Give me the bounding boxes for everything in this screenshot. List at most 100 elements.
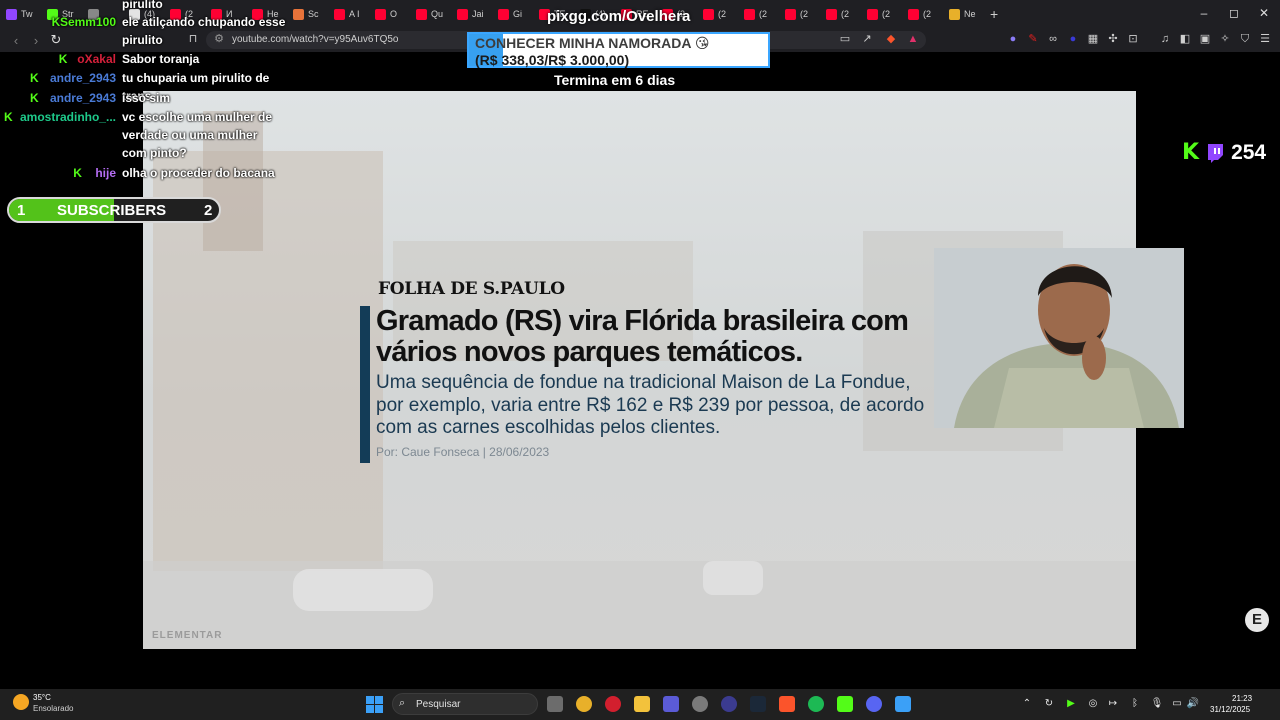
chat-message-text: vc escolhe uma mulher de verdade ou uma … — [122, 110, 273, 160]
weather-temperature[interactable]: 35°C — [33, 693, 51, 702]
chat-message: Kandre_2943 isso sim — [0, 89, 300, 107]
notepad-icon[interactable] — [895, 696, 911, 712]
browser-tab[interactable]: Qu — [410, 0, 451, 28]
chat-message-text: pirulito — [122, 33, 163, 47]
taskbar-search-placeholder[interactable]: Pesquisar — [416, 699, 460, 710]
browser-tab[interactable]: (2 — [902, 0, 943, 28]
chat-username[interactable]: andre_2943 — [50, 69, 116, 87]
steam-icon[interactable] — [750, 696, 766, 712]
chat-message: K Semm100 ele atilçando chupando esse — [0, 13, 300, 31]
browser-tab[interactable]: (2 — [779, 0, 820, 28]
browser-tab[interactable]: Ne — [943, 0, 984, 28]
tab-label: (2 — [923, 9, 932, 19]
chat-username[interactable]: oXakal — [77, 50, 116, 68]
tab-label: Ne — [964, 9, 976, 19]
webcam-overlay — [934, 248, 1184, 428]
brave-icon[interactable] — [779, 696, 795, 712]
new-tab-button[interactable]: + — [984, 0, 1004, 28]
kick-badge-icon: K — [73, 166, 82, 180]
viewer-counter: K 254 — [1182, 140, 1266, 165]
bluetooth-icon[interactable]: ᛒ — [1128, 698, 1142, 709]
chat-username[interactable]: hije — [95, 164, 116, 182]
close-window-button[interactable]: ✕ — [1256, 6, 1272, 20]
kick-badge-icon: K — [30, 71, 39, 85]
brave-shields-icon[interactable]: ◆ — [884, 32, 898, 46]
menu-icon[interactable]: ☰ — [1258, 32, 1272, 46]
puzzle-icon[interactable]: ✣ — [1106, 32, 1120, 46]
leo-ai-icon[interactable]: ✧ — [1218, 32, 1232, 46]
discord-icon[interactable] — [866, 696, 882, 712]
tray-app-icon[interactable]: ↻ — [1042, 698, 1056, 709]
browser-tab[interactable]: (2 — [861, 0, 902, 28]
chat-message-text: ele atilçando chupando esse — [122, 15, 286, 29]
browser-tab[interactable]: (2 — [697, 0, 738, 28]
app-icon[interactable] — [721, 696, 737, 712]
clock-date[interactable]: 31/12/2025 — [1210, 705, 1250, 714]
minimize-button[interactable]: – — [1196, 6, 1212, 20]
extension-icon[interactable]: ● — [1006, 32, 1020, 46]
wallet-icon[interactable]: ▣ — [1198, 32, 1212, 46]
weather-sun-icon[interactable] — [13, 694, 29, 710]
tray-app-icon[interactable]: ↦ — [1106, 698, 1120, 709]
windows-start-icon[interactable] — [366, 696, 383, 713]
video-watermark: ELEMENTAR — [152, 630, 223, 641]
kick-badge-icon: K — [30, 91, 39, 105]
chat-username[interactable]: andre_2943 — [50, 89, 116, 107]
extension-icon[interactable]: ✎ — [1026, 32, 1040, 46]
chat-username[interactable]: amostradinho_... — [20, 108, 116, 126]
microphone-icon[interactable]: 🎙 — [1150, 698, 1164, 709]
article-headline: Gramado (RS) vira Flórida brasileira com… — [376, 305, 909, 368]
taskbar-search[interactable] — [392, 693, 538, 715]
article-accent-bar — [360, 306, 370, 463]
brave-rewards-icon[interactable]: ▲ — [906, 32, 920, 46]
extension-icon[interactable]: ● — [1066, 32, 1080, 46]
sidebar-icon[interactable]: ◧ — [1178, 32, 1192, 46]
app-icon[interactable] — [663, 696, 679, 712]
extension-icon[interactable]: ▦ — [1086, 32, 1100, 46]
chat-message: Kamostradinho_... vc escolhe uma mulher d… — [0, 108, 300, 162]
tab-favicon-icon — [416, 8, 427, 20]
kick-app-icon[interactable] — [837, 696, 853, 712]
browser-tab[interactable]: O — [369, 0, 410, 28]
clock-time[interactable]: 21:23 — [1232, 694, 1252, 703]
elementar-button[interactable]: E — [1245, 608, 1269, 632]
file-explorer-icon[interactable] — [634, 696, 650, 712]
volume-icon[interactable]: 🔊 — [1186, 698, 1200, 709]
cast-icon[interactable]: ▭ — [838, 32, 852, 46]
share-icon[interactable]: ↗ — [860, 32, 874, 46]
screenshot-icon[interactable]: ⊡ — [1126, 32, 1140, 46]
network-icon[interactable]: ▭ — [1170, 698, 1184, 709]
kick-badge-icon: K — [51, 15, 61, 29]
spotify-icon[interactable] — [808, 696, 824, 712]
viewer-count: 254 — [1231, 140, 1267, 164]
browser-tab[interactable]: A I — [328, 0, 369, 28]
pix-goal-amount: (R$ 338,03/R$ 3.000,00) — [475, 52, 630, 68]
extension-icon[interactable]: ∞ — [1046, 32, 1060, 46]
tab-label: (2 — [759, 9, 768, 19]
task-view-icon[interactable] — [547, 696, 563, 712]
twitch-logo-icon — [1208, 143, 1224, 163]
browser-tab[interactable]: Jai — [451, 0, 492, 28]
browser-tab[interactable]: Gi — [492, 0, 533, 28]
tray-app-icon[interactable]: ◎ — [1086, 698, 1100, 709]
chat-message-text: isso sim — [122, 91, 171, 105]
github-icon[interactable] — [692, 696, 708, 712]
tab-favicon-icon — [703, 8, 714, 20]
chrome-icon[interactable] — [576, 696, 592, 712]
weather-description[interactable]: Ensolarado — [33, 704, 73, 713]
tab-label: (2 — [800, 9, 809, 19]
vpn-icon[interactable]: ⛉ — [1238, 32, 1252, 46]
tray-app-icon[interactable]: ▶ — [1064, 698, 1078, 709]
newspaper-name: FOLHA DE S.PAULO — [378, 279, 565, 299]
tab-favicon-icon — [785, 8, 796, 20]
media-icon[interactable]: ♫ — [1158, 32, 1172, 46]
chat-username[interactable]: Semm100 — [60, 13, 116, 31]
maximize-button[interactable]: ◻ — [1226, 6, 1242, 20]
street-shape — [143, 561, 1136, 649]
browser-tab[interactable]: (2 — [738, 0, 779, 28]
kick-logo-icon: K — [1182, 140, 1200, 165]
browser-tab[interactable]: (2 — [820, 0, 861, 28]
chat-message: Khije olha o proceder do bacana — [0, 164, 300, 182]
opera-icon[interactable] — [605, 696, 621, 712]
tray-overflow-icon[interactable]: ⌃ — [1020, 698, 1034, 709]
